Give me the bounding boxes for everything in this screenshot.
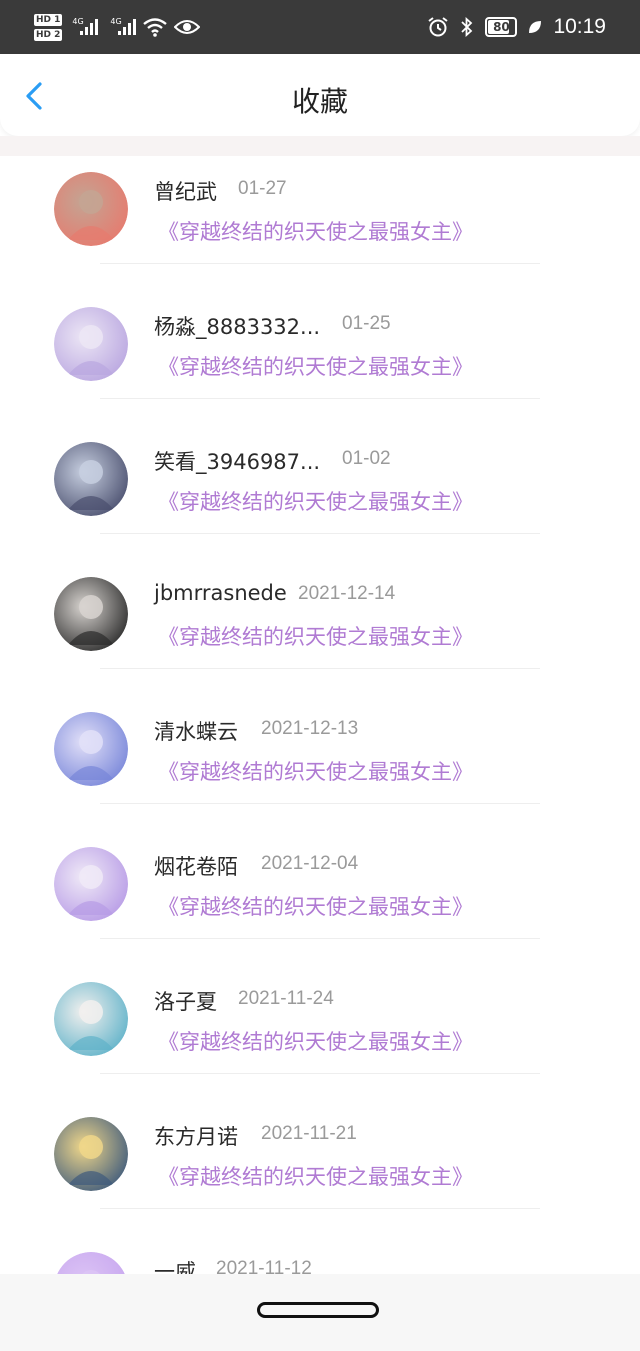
avatar[interactable]: [54, 442, 128, 516]
avatar[interactable]: [54, 847, 128, 921]
app-header: 收藏: [0, 54, 640, 136]
divider: [100, 668, 540, 669]
avatar[interactable]: [54, 577, 128, 651]
divider: [100, 1208, 540, 1209]
alarm-icon: [428, 17, 449, 37]
book-title-link[interactable]: 《穿越终结的织天使之最强女主》: [158, 1026, 473, 1056]
avatar[interactable]: [54, 712, 128, 786]
page-title: 收藏: [291, 85, 348, 118]
user-name: 洛子夏: [154, 990, 217, 1014]
user-name: 烟花卷陌: [154, 855, 238, 879]
book-title-link[interactable]: 《穿越终结的织天使之最强女主》: [158, 621, 473, 651]
divider: [100, 938, 540, 939]
favorite-item[interactable]: 笑看_3946987... 01-02 《穿越终结的织天使之最强女主》: [0, 426, 640, 561]
status-bar: HD 1 HD 2 4G 4G 80 10:19: [0, 0, 640, 54]
leaf-icon: [529, 21, 542, 33]
favorite-date: 01-25: [342, 313, 391, 334]
favorite-date: 2021-11-24: [238, 988, 334, 1009]
favorite-date: 01-27: [238, 178, 287, 199]
avatar[interactable]: [54, 307, 128, 381]
home-indicator[interactable]: [257, 1302, 379, 1318]
clock: 10:19: [553, 15, 606, 38]
avatar[interactable]: [54, 1117, 128, 1191]
favorite-date: 2021-12-14: [298, 583, 396, 604]
header-spacer: [0, 136, 640, 156]
hd-indicator: HD 1 HD 2: [34, 13, 63, 41]
hd2-icon: HD 2: [34, 28, 63, 41]
eye-icon: [174, 20, 201, 34]
book-title-link[interactable]: 《穿越终结的织天使之最强女主》: [158, 1161, 473, 1191]
favorite-item[interactable]: 曾纪武 01-27 《穿越终结的织天使之最强女主》: [0, 156, 640, 291]
user-name: 一威: [154, 1260, 196, 1274]
favorite-item[interactable]: 烟花卷陌 2021-12-04 《穿越终结的织天使之最强女主》: [0, 831, 640, 966]
avatar[interactable]: [54, 1252, 128, 1274]
user-name: 笑看_3946987...: [154, 450, 321, 474]
divider: [100, 803, 540, 804]
status-right: 80 10:19: [427, 0, 606, 54]
network-type-label: 4G: [110, 17, 122, 26]
user-name: 曾纪武: [154, 180, 217, 204]
favorite-item[interactable]: 杨淼_8883332... 01-25 《穿越终结的织天使之最强女主》: [0, 291, 640, 426]
divider: [100, 398, 540, 399]
wifi-icon: [143, 18, 168, 37]
divider: [100, 1073, 540, 1074]
battery-level: 80: [493, 20, 510, 34]
favorite-date: 01-02: [342, 448, 391, 469]
favorite-item[interactable]: 洛子夏 2021-11-24 《穿越终结的织天使之最强女主》: [0, 966, 640, 1101]
favorite-date: 2021-12-13: [261, 718, 359, 739]
favorite-item[interactable]: jbmrrasnede 2021-12-14 《穿越终结的织天使之最强女主》: [0, 561, 640, 696]
user-name: jbmrrasnede: [154, 581, 287, 605]
favorite-date: 2021-11-21: [261, 1123, 357, 1144]
book-title-link[interactable]: 《穿越终结的织天使之最强女主》: [158, 891, 473, 921]
book-title-link[interactable]: 《穿越终结的织天使之最强女主》: [158, 486, 473, 516]
favorite-item[interactable]: 东方月诺 2021-11-21 《穿越终结的织天使之最强女主》: [0, 1101, 640, 1236]
divider: [100, 263, 540, 264]
hd1-icon: HD 1: [34, 13, 63, 26]
system-nav-bar: [0, 1274, 640, 1351]
avatar[interactable]: [54, 172, 128, 246]
divider: [100, 533, 540, 534]
favorites-list: 曾纪武 01-27 《穿越终结的织天使之最强女主》 杨淼_8883332... 01-2…: [0, 156, 640, 1274]
favorite-date: 2021-12-04: [261, 853, 359, 874]
user-name: 东方月诺: [154, 1125, 238, 1149]
status-left: HD 1 HD 2 4G 4G: [34, 8, 201, 46]
book-title-link[interactable]: 《穿越终结的织天使之最强女主》: [158, 216, 473, 246]
book-title-link[interactable]: 《穿越终结的织天使之最强女主》: [158, 351, 473, 381]
avatar[interactable]: [54, 982, 128, 1056]
book-title-link[interactable]: 《穿越终结的织天使之最强女主》: [158, 756, 473, 786]
user-name: 清水蝶云: [154, 720, 238, 744]
bluetooth-icon: [461, 16, 473, 38]
favorite-date: 2021-11-12: [216, 1258, 312, 1274]
favorite-item[interactable]: 一威 2021-11-12: [0, 1236, 640, 1274]
signal-icon: 4G: [110, 17, 137, 35]
network-type-label: 4G: [72, 17, 84, 26]
signal-icon: 4G: [72, 17, 99, 35]
favorite-item[interactable]: 清水蝶云 2021-12-13 《穿越终结的织天使之最强女主》: [0, 696, 640, 831]
battery-icon: 80: [485, 17, 518, 37]
user-name: 杨淼_8883332...: [154, 315, 321, 339]
